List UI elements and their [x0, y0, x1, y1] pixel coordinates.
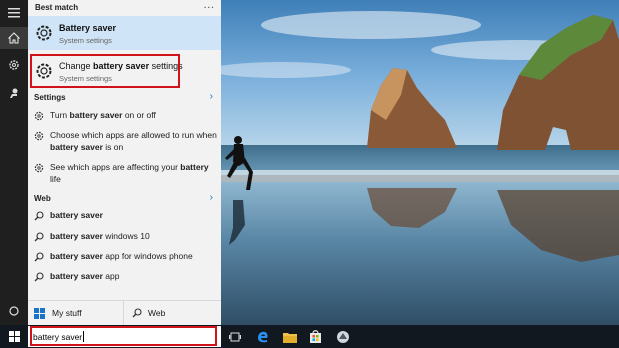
settings-item-turn-on-off[interactable]: Turn battery saver on or off — [28, 110, 221, 124]
best-match-header: Best match ··· — [28, 0, 221, 15]
web-suggestion[interactable]: battery saver app — [28, 269, 221, 285]
file-explorer-icon[interactable] — [281, 328, 298, 345]
result-title: Battery saver — [59, 23, 117, 33]
chevron-right-icon[interactable]: › — [210, 91, 213, 102]
highlight-annotation — [30, 326, 217, 346]
search-icon — [34, 232, 44, 242]
gear-icon — [34, 131, 44, 141]
feedback-icon[interactable] — [0, 82, 28, 104]
search-icon — [34, 272, 44, 282]
search-results-panel: Best match ··· Battery saver System sett… — [28, 0, 221, 325]
power-icon[interactable] — [0, 300, 28, 322]
task-view-icon[interactable] — [226, 328, 243, 345]
edge-icon[interactable] — [254, 328, 271, 345]
settings-item-see-apps[interactable]: See which apps are affecting your batter… — [28, 162, 221, 188]
highlight-annotation — [30, 54, 180, 88]
my-stuff-button[interactable]: My stuff — [28, 301, 124, 325]
web-suggestion[interactable]: battery saver — [28, 208, 221, 224]
web-suggestion[interactable]: battery saver app for windows phone — [28, 249, 221, 265]
start-icon[interactable] — [0, 325, 28, 348]
result-subtitle: System settings — [59, 36, 112, 45]
search-icon — [34, 211, 44, 221]
web-suggestion-text: battery saver app — [50, 271, 120, 281]
start-rail — [0, 0, 28, 348]
web-button-label: Web — [148, 308, 166, 318]
desktop-wallpaper — [221, 0, 619, 325]
settings-item-text: Choose which apps are allowed to run whe… — [50, 130, 217, 152]
store-icon[interactable] — [307, 328, 324, 345]
more-options-icon[interactable]: ··· — [204, 3, 215, 12]
gear-icon — [34, 111, 44, 121]
best-match-result-battery-saver[interactable]: Battery saver System settings — [28, 16, 221, 50]
settings-item-text: Turn battery saver on or off — [50, 110, 156, 120]
search-scope-bar: My stuff Web — [28, 300, 221, 325]
settings-section-header: Settings — [34, 93, 66, 102]
my-stuff-label: My stuff — [52, 308, 82, 318]
web-suggestion-text: battery saver app for windows phone — [50, 251, 193, 261]
settings-item-choose-apps[interactable]: Choose which apps are allowed to run whe… — [28, 130, 221, 156]
app-icon[interactable] — [334, 328, 351, 345]
hamburger-icon[interactable] — [0, 2, 28, 24]
web-section-header: Web — [34, 194, 51, 203]
windows-icon — [34, 307, 45, 319]
web-button[interactable]: Web — [125, 301, 221, 325]
beach-landscape-image — [221, 0, 619, 325]
settings-item-text: See which apps are affecting your batter… — [50, 162, 209, 184]
search-icon — [132, 308, 142, 318]
best-match-label: Best match — [35, 3, 79, 12]
home-icon[interactable] — [0, 27, 28, 49]
search-icon — [34, 252, 44, 262]
gear-icon — [34, 23, 54, 43]
web-suggestion-text: battery saver — [50, 210, 103, 220]
web-suggestion-text: battery saver windows 10 — [50, 231, 150, 241]
gear-icon — [34, 163, 44, 173]
settings-icon[interactable] — [0, 54, 28, 76]
web-suggestion[interactable]: battery saver windows 10 — [28, 229, 221, 245]
chevron-right-icon[interactable]: › — [210, 192, 213, 203]
